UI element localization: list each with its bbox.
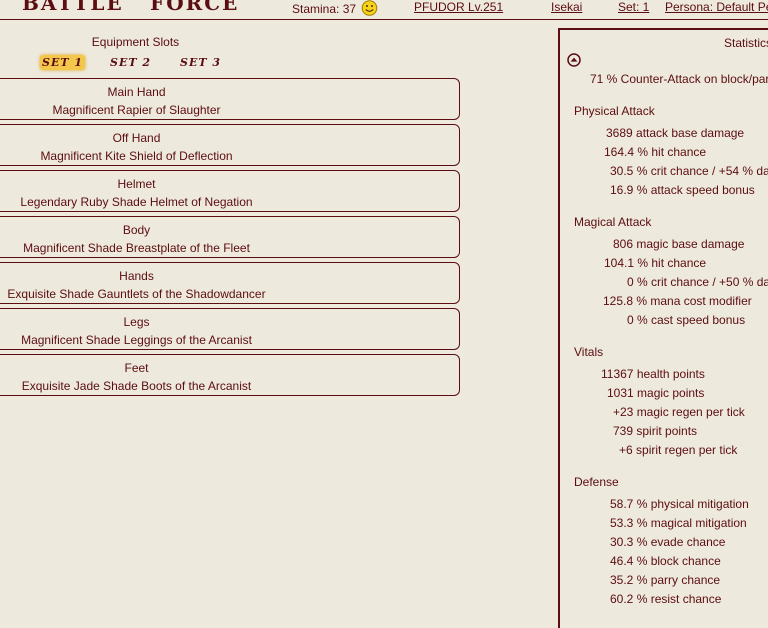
stamina-label: Stamina: 37 [292, 2, 357, 16]
statistics-title: Statistics [724, 36, 768, 50]
stat-line: 0 % crit chance / +50 % da [627, 275, 768, 289]
slot-off-hand[interactable]: Off Hand Magnificent Kite Shield of Defl… [0, 124, 460, 166]
stat-line: 104.1 % hit chance [604, 256, 707, 270]
slot-item: Magnificent Rapier of Slaughter [52, 103, 221, 117]
collapse-arrow-icon[interactable] [567, 53, 581, 67]
statistics-panel: Statistics 71 % Counter-Attack on block/… [558, 28, 768, 628]
stat-line: 30.5 % crit chance / +54 % da [610, 164, 768, 178]
tab-set-2[interactable]: SET 2 [108, 55, 153, 70]
game-logo-left: BATTLE [22, 0, 124, 15]
character-link[interactable]: PFUDOR Lv.251 [414, 0, 503, 14]
stat-line: 739 spirit points [613, 424, 698, 438]
top-bar: BATTLE FORCE Stamina: 37 PFUDOR Lv.251 I… [0, 0, 768, 20]
slot-item: Magnificent Shade Leggings of the Arcani… [21, 333, 252, 347]
stat-line: 3689 attack base damage [606, 126, 745, 140]
slot-item: Exquisite Shade Gauntlets of the Shadowd… [7, 287, 266, 301]
slot-item: Exquisite Jade Shade Boots of the Arcani… [21, 379, 252, 393]
stat-line: 46.4 % block chance [610, 554, 721, 568]
equipment-slots-title: Equipment Slots [91, 35, 180, 49]
stat-line: 125.8 % mana cost modifier [603, 294, 752, 308]
slot-label: Helmet [117, 177, 156, 191]
physical-attack-heading: Physical Attack [574, 104, 655, 118]
slot-label: Main Hand [107, 85, 166, 99]
slot-item: Magnificent Kite Shield of Deflection [40, 149, 233, 163]
slot-feet[interactable]: Feet Exquisite Jade Shade Boots of the A… [0, 354, 460, 396]
set-link[interactable]: Set: 1 [618, 0, 649, 14]
stat-line: 11367 health points [601, 367, 705, 381]
slot-body[interactable]: Body Magnificent Shade Breastplate of th… [0, 216, 460, 258]
slot-label: Hands [119, 269, 154, 283]
stat-line: 53.3 % magical mitigation [610, 516, 747, 530]
stat-line: 58.7 % physical mitigation [610, 497, 749, 511]
stat-line: 30.3 % evade chance [610, 535, 726, 549]
slot-label: Body [122, 223, 151, 237]
slot-item: Magnificent Shade Breastplate of the Fle… [23, 241, 250, 255]
stat-line: 35.2 % parry chance [610, 573, 721, 587]
defense-heading: Defense [574, 475, 619, 489]
slot-item: Legendary Ruby Shade Helmet of Negation [20, 195, 253, 209]
game-logo-right: FORCE [150, 0, 240, 15]
slot-main-hand[interactable]: Main Hand Magnificent Rapier of Slaughte… [0, 78, 460, 120]
stat-line: 164.4 % hit chance [604, 145, 707, 159]
slot-helmet[interactable]: Helmet Legendary Ruby Shade Helmet of Ne… [0, 170, 460, 212]
tab-set-3[interactable]: SET 3 [178, 55, 223, 70]
persona-link[interactable]: Persona: Default Pe [665, 0, 768, 14]
stat-line: 1031 magic points [607, 386, 705, 400]
counter-attack-stat: 71 % Counter-Attack on block/par [590, 72, 768, 86]
slot-label: Legs [123, 315, 150, 329]
slot-label: Off Hand [112, 131, 161, 145]
stat-line: 806 magic base damage [613, 237, 745, 251]
stat-line: 0 % cast speed bonus [627, 313, 746, 327]
vitals-heading: Vitals [574, 345, 604, 359]
stat-line: 16.9 % attack speed bonus [610, 183, 755, 197]
stat-line: +23 magic regen per tick [613, 405, 745, 419]
smiley-face-icon [362, 0, 378, 16]
world-link[interactable]: Isekai [551, 0, 582, 14]
stamina-indicator: Stamina: 37 [292, 0, 378, 16]
magical-attack-heading: Magical Attack [574, 215, 652, 229]
tab-set-1[interactable]: SET 1 [40, 55, 85, 70]
slot-hands[interactable]: Hands Exquisite Shade Gauntlets of the S… [0, 262, 460, 304]
stat-line: +6 spirit regen per tick [619, 443, 738, 457]
slot-label: Feet [124, 361, 149, 375]
slot-legs[interactable]: Legs Magnificent Shade Leggings of the A… [0, 308, 460, 350]
stat-line: 60.2 % resist chance [610, 592, 722, 606]
